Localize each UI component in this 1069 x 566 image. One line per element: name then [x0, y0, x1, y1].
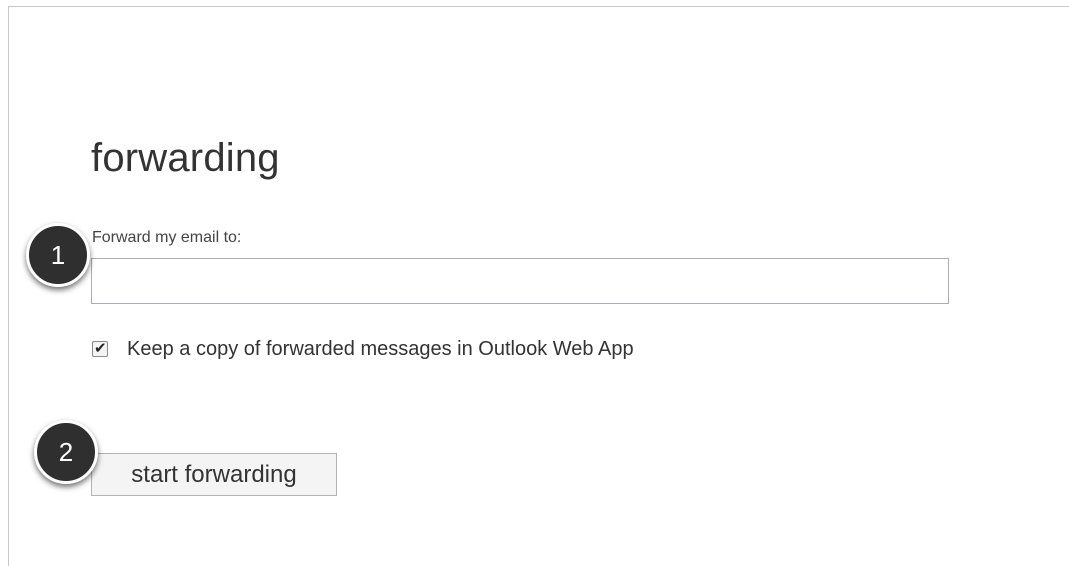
forward-email-input[interactable] [91, 258, 949, 304]
keep-copy-checkbox[interactable]: ✔ [92, 339, 108, 357]
keep-copy-option[interactable]: ✔ Keep a copy of forwarded messages in O… [92, 336, 634, 362]
page-title: forwarding [91, 136, 280, 180]
check-icon: ✔ [94, 339, 107, 357]
keep-copy-label: Keep a copy of forwarded messages in Out… [127, 338, 634, 360]
step-callout-2: 2 [34, 420, 98, 484]
step-callout-1: 1 [26, 223, 90, 287]
start-forwarding-button[interactable]: start forwarding [91, 453, 337, 496]
forward-email-label: Forward my email to: [92, 229, 242, 246]
